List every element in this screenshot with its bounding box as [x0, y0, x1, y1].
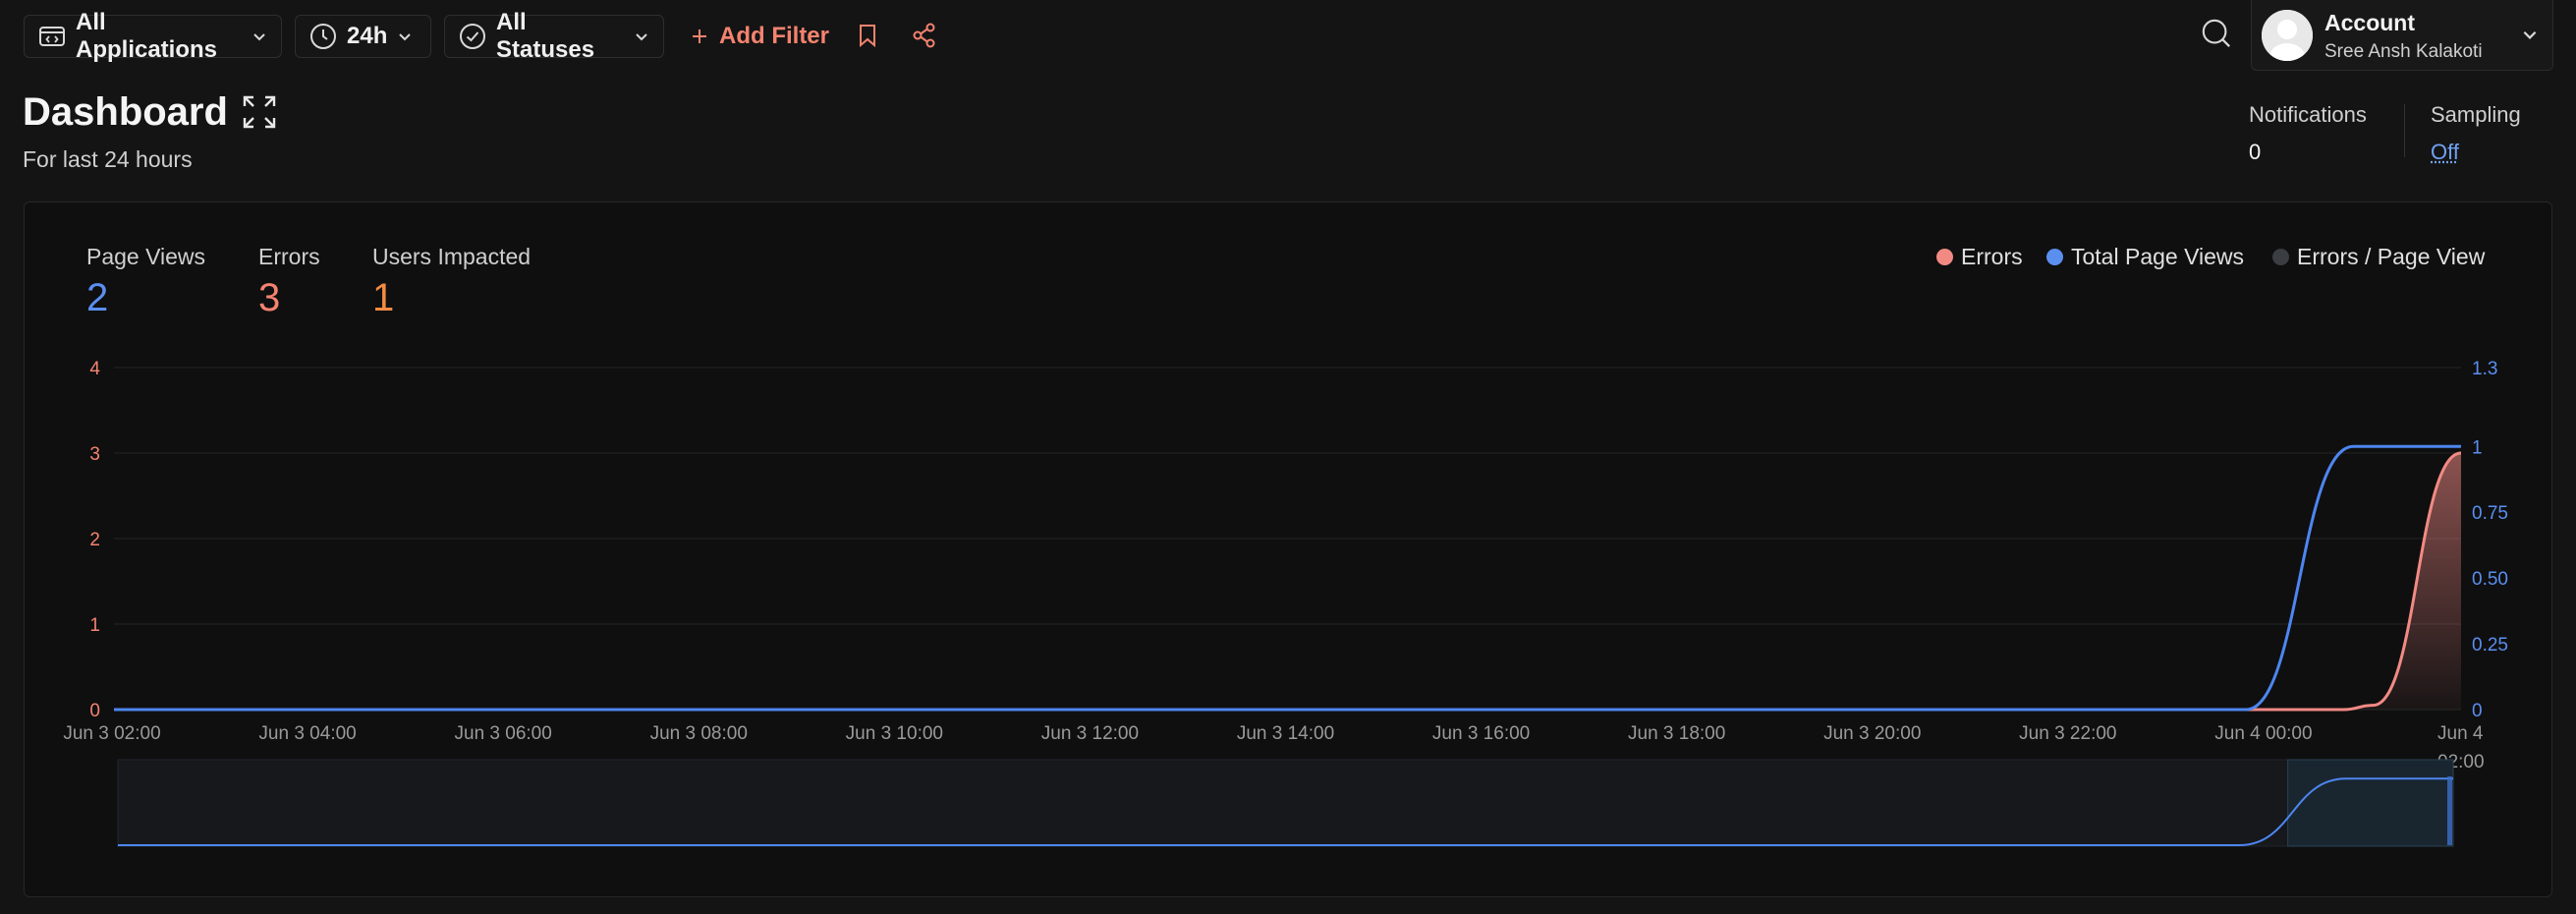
x-tick-label: Jun 3 06:00 — [455, 723, 552, 744]
x-tick-label: Jun 3 22:00 — [2019, 723, 2116, 744]
x-tick-label: Jun 3 12:00 — [1041, 723, 1139, 744]
y-left-tick-label: 1 — [89, 615, 100, 636]
brush-background — [117, 759, 2454, 847]
y-left-tick-label: 3 — [89, 444, 100, 465]
x-tick-label: Jun 3 10:00 — [846, 723, 943, 744]
y-right-tick-label: 0.25 — [2472, 635, 2508, 656]
x-tick-label: Jun 3 20:00 — [1823, 723, 1921, 744]
y-left-tick-label: 4 — [89, 359, 100, 379]
brush-handle — [2447, 776, 2452, 845]
x-tick-label: Jun 3 04:00 — [258, 723, 356, 744]
x-tick-label: Jun 4 00:00 — [2214, 723, 2312, 744]
y-right-tick-label: 1.3 — [2472, 359, 2497, 379]
y-right-tick-label: 0.75 — [2472, 503, 2508, 524]
x-tick-label: Jun 3 14:00 — [1237, 723, 1334, 744]
y-left-tick-label: 0 — [89, 701, 100, 721]
series-line-errors — [114, 451, 2462, 712]
errors-pageviews-chart[interactable]: 0 1 2 3 4 0 0.25 0.50 0.75 1 1.3 Jun 3 02:00 Jun 3 0… — [0, 0, 2576, 914]
brush-selection — [2287, 759, 2454, 847]
y-right-tick-label: 0 — [2472, 701, 2483, 721]
series-area-errors — [114, 453, 2461, 710]
x-tick-label: Jun 3 08:00 — [650, 723, 748, 744]
y-right-tick-label: 1 — [2472, 437, 2483, 458]
y-right-tick-label: 0.50 — [2472, 569, 2508, 590]
y-left-tick-label: 2 — [89, 530, 100, 550]
x-tick-label-line: Jun 4 — [2437, 723, 2484, 744]
x-tick-label: Jun 3 18:00 — [1628, 723, 1725, 744]
x-tick-label: Jun 3 16:00 — [1432, 723, 1530, 744]
series-line-total-page-views — [114, 444, 2461, 712]
x-tick-label: Jun 3 02:00 — [63, 723, 160, 744]
